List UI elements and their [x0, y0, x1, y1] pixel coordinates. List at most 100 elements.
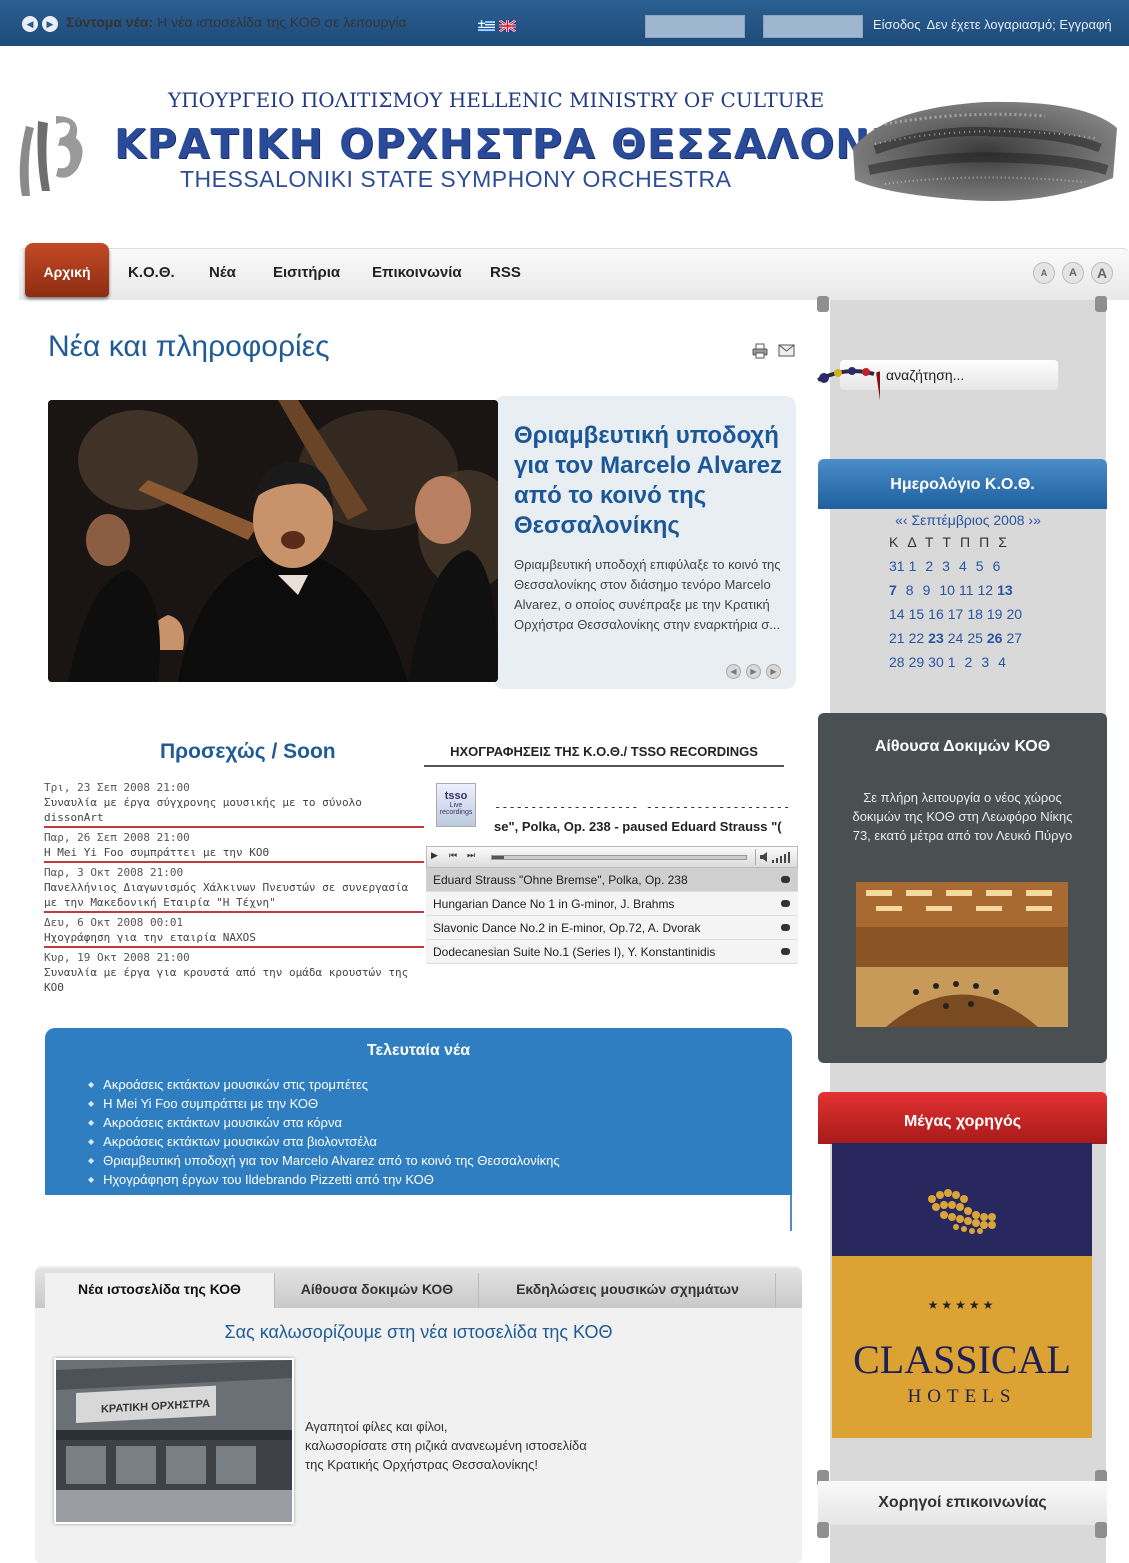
- latest-news-item[interactable]: Η Mei Yi Foo συμπράττει με την ΚΟΘ: [88, 1094, 778, 1113]
- chevron-left-icon: ◀: [26, 19, 34, 29]
- font-size-medium-button[interactable]: A: [1062, 262, 1084, 284]
- calendar-day[interactable]: 2: [965, 654, 973, 670]
- calendar-day[interactable]: 8: [906, 582, 914, 598]
- latest-news-item[interactable]: Ηχογράφηση έργων του Ildebrando Pizzetti…: [88, 1170, 778, 1189]
- login-link[interactable]: Είσοδος: [873, 17, 921, 32]
- calendar-day[interactable]: 23: [928, 630, 944, 646]
- calendar-day[interactable]: 26: [987, 630, 1003, 646]
- media-sponsors-heading: Χορηγοί επικοινωνίας: [818, 1481, 1107, 1525]
- soon-list: Τρι, 23 Σεπ 2008 21:00 Συναυλία με έργα σ…: [44, 780, 424, 998]
- nav-item-rss[interactable]: RSS: [490, 264, 521, 281]
- calendar-day[interactable]: 14: [889, 606, 905, 622]
- nav-item-news[interactable]: Νέα: [209, 264, 236, 281]
- calendar-day[interactable]: 3: [981, 654, 989, 670]
- rehearsal-hall-photo[interactable]: [856, 882, 1068, 1027]
- main-nav: [19, 248, 1129, 300]
- nav-home[interactable]: Αρχική: [25, 243, 109, 297]
- calendar-day[interactable]: 1: [909, 558, 917, 574]
- seek-bar[interactable]: [491, 855, 747, 860]
- latest-news-item[interactable]: Θριαμβευτική υποδοχή για τον Marcelo Alv…: [88, 1151, 778, 1170]
- calendar-day[interactable]: 5: [976, 558, 984, 574]
- calendar-month-nav[interactable]: «‹ Σεπτέμβριος 2008 ›»: [830, 512, 1106, 528]
- tab-new-website[interactable]: Νέα ιστοσελίδα της ΚΟΘ: [45, 1273, 275, 1308]
- calendar-day[interactable]: 31: [889, 558, 905, 574]
- password-input[interactable]: [763, 15, 863, 38]
- soon-item[interactable]: Κυρ, 19 Οκτ 2008 21:00 Συναυλία με έργα γ…: [44, 950, 424, 996]
- calendar-day[interactable]: 16: [928, 606, 944, 622]
- calendar-day[interactable]: 22: [909, 630, 925, 646]
- greek-flag-icon[interactable]: [478, 19, 495, 32]
- nav-item-koth[interactable]: Κ.Ο.Θ.: [128, 264, 175, 281]
- calendar-day[interactable]: 13: [997, 582, 1013, 598]
- calendar-day[interactable]: 18: [967, 606, 983, 622]
- calendar-day[interactable]: 25: [967, 630, 983, 646]
- nav-item-contact[interactable]: Επικοινωνία: [372, 264, 462, 281]
- calendar-day[interactable]: 24: [948, 630, 964, 646]
- register-link[interactable]: Δεν έχετε λογαριασμό; Εγγραφή: [927, 17, 1112, 32]
- calendar-day[interactable]: 19: [987, 606, 1003, 622]
- nav-item-tickets[interactable]: Εισιτήρια: [273, 264, 340, 281]
- calendar-day[interactable]: 9: [923, 582, 931, 598]
- featured-title[interactable]: Θριαμβευτική υποδοχή για τον Marcelo Alv…: [514, 421, 784, 541]
- sponsor-logo-area[interactable]: [832, 1143, 1092, 1256]
- print-icon[interactable]: [752, 343, 768, 364]
- calendar-day[interactable]: 15: [909, 606, 925, 622]
- calendar-day[interactable]: 4: [959, 558, 967, 574]
- calendar-day[interactable]: 2: [925, 558, 933, 574]
- calendar-day[interactable]: 7: [889, 582, 897, 598]
- email-icon[interactable]: [778, 342, 795, 363]
- latest-news-item[interactable]: Ακροάσεις εκτάκτων μουσικών στις τρομπέτ…: [88, 1075, 778, 1094]
- track-title: Hungarian Dance No 1 in G-minor, J. Brah…: [433, 897, 675, 911]
- playlist-track[interactable]: Eduard Strauss "Ohne Bremse", Polka, Op.…: [426, 868, 798, 892]
- volume-control[interactable]: [755, 849, 795, 865]
- calendar-day[interactable]: 27: [1006, 630, 1022, 646]
- previous-track-icon[interactable]: ⏮: [449, 850, 457, 861]
- featured-photo[interactable]: [48, 400, 498, 682]
- play-icon[interactable]: ▶: [431, 850, 438, 861]
- calendar-day[interactable]: 29: [909, 654, 925, 670]
- calendar-day[interactable]: 6: [993, 558, 1001, 574]
- uk-flag-icon[interactable]: [498, 19, 517, 33]
- calendar-day[interactable]: 1: [948, 654, 956, 670]
- soon-item[interactable]: Παρ, 3 Οκτ 2008 21:00 Πανελλήνιος Διαγωνι…: [44, 865, 424, 913]
- soon-item[interactable]: Τρι, 23 Σεπ 2008 21:00 Συναυλία με έργα σ…: [44, 780, 424, 828]
- newsflash-next-button[interactable]: ▶: [42, 16, 58, 32]
- latest-news-item[interactable]: Ακροάσεις εκτάκτων μουσικών στα κόρνα: [88, 1113, 778, 1132]
- calendar-day[interactable]: 12: [978, 582, 994, 598]
- playlist-track[interactable]: Hungarian Dance No 1 in G-minor, J. Brah…: [426, 892, 798, 916]
- playlist-track[interactable]: Slavonic Dance No.2 in E-minor, Op.72, A…: [426, 916, 798, 940]
- calendar-day[interactable]: 28: [889, 654, 905, 670]
- orchestra-logo[interactable]: [12, 96, 92, 206]
- font-size-large-button[interactable]: A: [1091, 262, 1113, 284]
- newsflash-prev-button[interactable]: ◀: [22, 16, 38, 32]
- calendar-weekdays: ΚΔΤΤΠΠΣ: [889, 534, 1016, 550]
- soon-item[interactable]: Δευ, 6 Οκτ 2008 00:01 Ηχογράφηση για την …: [44, 915, 424, 948]
- username-input[interactable]: [645, 15, 745, 38]
- latest-news-item[interactable]: Ακροάσεις εκτάκτων μουσικών στα βιολοντσ…: [88, 1132, 778, 1151]
- orchestra-title-english: THESSALONIKI STATE SYMPHONY ORCHESTRA: [180, 166, 732, 192]
- hotel-stars: ★★★★★: [927, 1298, 997, 1312]
- tab-ensemble-events[interactable]: Εκδηλώσεις μουσικών σχημάτων: [480, 1273, 776, 1308]
- slide-prev-button[interactable]: ◀: [726, 664, 741, 679]
- calendar-day[interactable]: 30: [928, 654, 944, 670]
- slide-pause-button[interactable]: ▶: [746, 664, 761, 679]
- soon-desc: Συναυλία με έργα για κρουστά από την ομά…: [44, 966, 409, 994]
- soon-desc: Ηχογράφηση για την εταιρία NAXOS: [44, 931, 256, 944]
- soon-date: Δευ, 6 Οκτ 2008 00:01: [44, 916, 184, 929]
- calendar-day[interactable]: 21: [889, 630, 905, 646]
- calendar-day[interactable]: 17: [948, 606, 964, 622]
- calendar-day[interactable]: 4: [998, 654, 1006, 670]
- playlist-track[interactable]: Dodecanesian Suite No.1 (Series I), Y. K…: [426, 940, 798, 964]
- tab-rehearsal-hall[interactable]: Αίθουσα δοκιμών ΚΟΘ: [276, 1273, 479, 1308]
- next-track-icon[interactable]: ⏭: [467, 850, 475, 861]
- font-size-small-button[interactable]: A: [1033, 262, 1055, 284]
- latest-news-footer: [45, 1195, 792, 1231]
- newsflash[interactable]: Σύντομα νέα: Η νέα ιστοσελίδα της ΚΟΘ σε…: [66, 14, 407, 30]
- calendar-day[interactable]: 20: [1006, 606, 1022, 622]
- slide-next-button[interactable]: ▶: [766, 664, 781, 679]
- soon-item[interactable]: Παρ, 26 Σεπ 2008 21:00 Η Mei Yi Foo συμπρ…: [44, 830, 424, 863]
- calendar-day[interactable]: 11: [959, 582, 974, 598]
- baton-search-icon[interactable]: [816, 362, 889, 414]
- calendar-day[interactable]: 10: [939, 582, 955, 598]
- calendar-day[interactable]: 3: [942, 558, 950, 574]
